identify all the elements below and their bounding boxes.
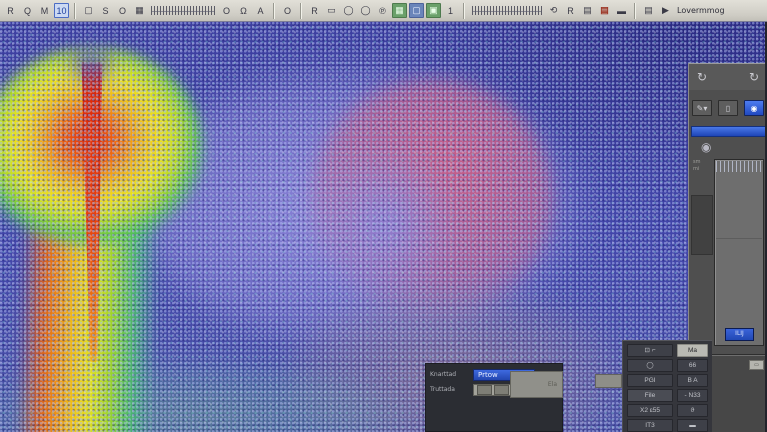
- toolbox-button[interactable]: ◯: [627, 359, 673, 372]
- parameter-label: Knarttad: [430, 371, 470, 378]
- toolbar-icon[interactable]: R: [307, 3, 322, 18]
- toolbar-ruler-texture: [472, 6, 542, 15]
- application-window: RQM10▢SO▦OΩAOR▭◯◯℗▦▢▣1⟲R▤▤▬▤▶Lovermmog ↻…: [0, 0, 767, 432]
- toolbar-icon[interactable]: O: [219, 3, 234, 18]
- panel-progress-bar: [691, 126, 767, 137]
- toolbox-button[interactable]: ϑ: [677, 404, 708, 417]
- toolbar-separator: [74, 3, 76, 19]
- toolbar-separator: [634, 3, 636, 19]
- toolbar-icon[interactable]: ⟲: [546, 3, 561, 18]
- toolbar-icon[interactable]: ▤: [641, 3, 656, 18]
- toolbar-separator: [273, 3, 275, 19]
- toolbox-row: File - N33: [627, 389, 708, 402]
- toolbox-button[interactable]: PGI: [627, 374, 673, 387]
- toolbar-icon[interactable]: ▤: [580, 3, 595, 18]
- list-header[interactable]: [716, 161, 762, 172]
- toolbar-icon[interactable]: A: [253, 3, 268, 18]
- toolbox-rows: ⊡ ⌐ Ma ◯ 66 PGI B A File - N33 X2 ɛ55 ϑ IT3 ▬: [627, 344, 708, 432]
- toolbar-separator: [463, 3, 465, 19]
- toolbar-icon[interactable]: ▶: [658, 3, 673, 18]
- segment-button[interactable]: [477, 385, 492, 395]
- toolbar-icon[interactable]: ▦: [132, 3, 147, 18]
- frame-tool-button[interactable]: ▯: [718, 100, 738, 116]
- toolbar-icon[interactable]: ℗: [375, 3, 390, 18]
- flyout-tab-label: Ela: [548, 381, 557, 388]
- toolbar-icon[interactable]: ▭: [324, 3, 339, 18]
- side-sub-panel: [691, 195, 713, 255]
- toolbox-row: PGI B A: [627, 374, 708, 387]
- selected-list-item[interactable]: ILIJ: [725, 328, 754, 341]
- toolbox-button[interactable]: ⊡ ⌐: [627, 344, 673, 357]
- toolbar-icon[interactable]: R: [3, 3, 18, 18]
- mini-panel-button[interactable]: ▭: [749, 360, 764, 370]
- toolbox-button[interactable]: File: [627, 389, 673, 402]
- toolbox-row: IT3 ▬: [627, 419, 708, 432]
- layer-list[interactable]: ILIJ: [714, 159, 764, 346]
- edit-tool-button[interactable]: ✎▾: [692, 100, 712, 116]
- toolbar-icon[interactable]: ▬: [614, 3, 629, 18]
- toolbar-icon[interactable]: O: [280, 3, 295, 18]
- toolbar-icon[interactable]: ◯: [341, 3, 356, 18]
- toolbar-icon[interactable]: ▢: [81, 3, 96, 18]
- segment-button[interactable]: [494, 385, 509, 395]
- dial-icon[interactable]: ◉: [701, 140, 711, 154]
- toolbox-button[interactable]: ▬: [677, 419, 708, 432]
- toolbar-icon[interactable]: Ω: [236, 3, 251, 18]
- panel-button-row: ✎▾ ▯ ◉: [692, 100, 765, 117]
- toolbar-icon[interactable]: Q: [20, 3, 35, 18]
- parameter-label: Truttada: [430, 386, 470, 393]
- toolbox-button[interactable]: IT3: [627, 419, 673, 432]
- refresh-icon[interactable]: ↻: [749, 70, 759, 84]
- toolbar-icon[interactable]: R: [563, 3, 578, 18]
- flyout-tab[interactable]: Ela: [510, 371, 563, 398]
- toolbar-icon[interactable]: ▣: [426, 3, 441, 18]
- toolbar: RQM10▢SO▦OΩAOR▭◯◯℗▦▢▣1⟲R▤▤▬▤▶Lovermmog: [0, 0, 767, 22]
- toolbox-button[interactable]: B A: [677, 374, 708, 387]
- refresh-icon[interactable]: ↻: [697, 70, 707, 84]
- toolbox-button[interactable]: X2 ɛ55: [627, 404, 673, 417]
- toolbar-icon[interactable]: ▦: [392, 3, 407, 18]
- active-tool-button[interactable]: ◉: [744, 100, 764, 116]
- side-item[interactable]: sm: [691, 159, 712, 166]
- toolbar-icon[interactable]: S: [98, 3, 113, 18]
- toolbar-icon[interactable]: M: [37, 3, 52, 18]
- toolbar-icon[interactable]: ◯: [358, 3, 373, 18]
- toolbox-button[interactable]: Ma: [677, 344, 708, 357]
- toolbox-row: ◯ 66: [627, 359, 708, 372]
- toolbox-row: ⊡ ⌐ Ma: [627, 344, 708, 357]
- list-divider: [716, 238, 762, 239]
- toolbox-button[interactable]: - N33: [677, 389, 708, 402]
- toolbox-panel: ⊡ ⌐ Ma ◯ 66 PGI B A File - N33 X2 ɛ55 ϑ IT3 ▬: [622, 340, 712, 432]
- toolbar-ruler-texture: [151, 6, 215, 15]
- toolbar-separator: [300, 3, 302, 19]
- toolbar-icon[interactable]: ▤: [597, 3, 612, 18]
- toolbox-row: X2 ɛ55 ϑ: [627, 404, 708, 417]
- panel-side-column: sm mi: [691, 159, 712, 346]
- side-item[interactable]: mi: [691, 166, 712, 173]
- right-panel: ↻ ↻ ✎▾ ▯ ◉ ◉ sm mi ILIJ: [688, 63, 767, 355]
- toolbar-icon[interactable]: 10: [54, 3, 69, 18]
- toolbox-button[interactable]: 66: [677, 359, 708, 372]
- toolbar-icon[interactable]: O: [115, 3, 130, 18]
- toolbar-icon[interactable]: 1: [443, 3, 458, 18]
- toolbar-right-label: Lovermmog: [677, 6, 725, 15]
- panel-header-strip: ↻ ↻: [689, 64, 767, 90]
- floating-mini-button[interactable]: [595, 374, 622, 388]
- toolbar-icon[interactable]: ▢: [409, 3, 424, 18]
